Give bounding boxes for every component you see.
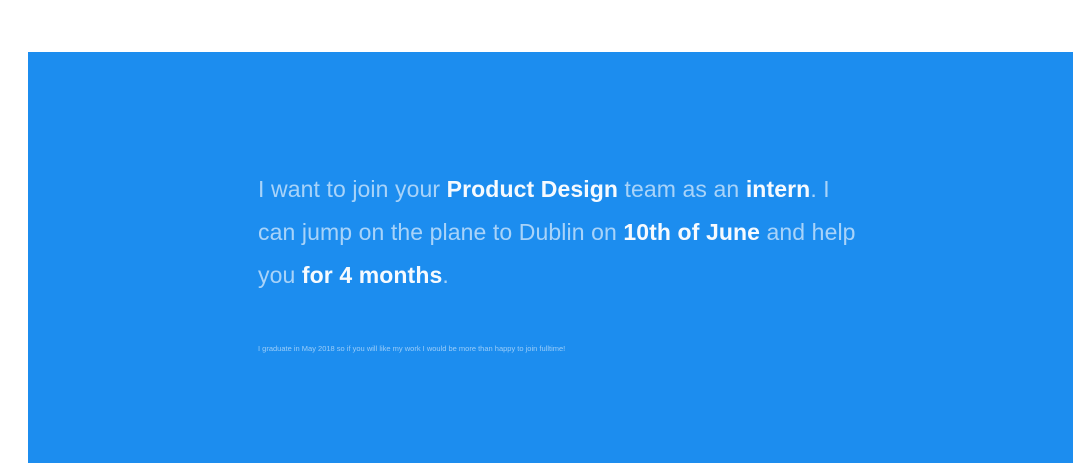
message-text: . xyxy=(442,262,449,288)
start-date-highlight: 10th of June xyxy=(623,219,761,245)
intro-message: I want to join your Product Design team … xyxy=(258,168,858,297)
position-highlight: intern xyxy=(745,176,811,202)
duration-highlight: for 4 months xyxy=(301,262,443,288)
message-text: team as an xyxy=(618,176,746,202)
graduation-footnote: I graduate in May 2018 so if you will li… xyxy=(258,344,566,353)
role-highlight: Product Design xyxy=(446,176,619,202)
message-text: I want to join your xyxy=(258,176,447,202)
intro-panel: I want to join your Product Design team … xyxy=(28,52,1073,463)
page: I want to join your Product Design team … xyxy=(0,0,1081,463)
